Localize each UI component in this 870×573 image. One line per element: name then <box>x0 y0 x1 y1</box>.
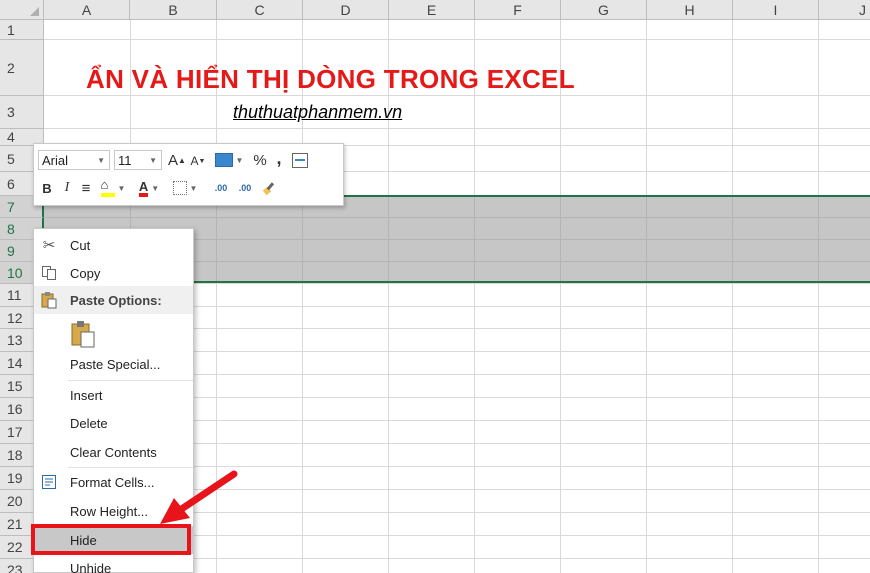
column-header-h[interactable]: H <box>647 0 733 20</box>
grid-line <box>474 20 475 573</box>
menu-item-unhide[interactable]: Unhide <box>34 554 193 573</box>
percent-style-button[interactable]: % <box>250 150 270 170</box>
scissors-icon: ✂ <box>42 237 56 254</box>
menu-item-label: Row Height... <box>70 503 149 519</box>
column-header-c[interactable]: C <box>217 0 303 20</box>
select-all-corner[interactable] <box>0 0 44 20</box>
column-header-a[interactable]: A <box>44 0 130 20</box>
decrease-decimal-button[interactable]: .00 <box>234 178 256 198</box>
bold-button[interactable]: B <box>40 178 54 198</box>
fill-color-icon[interactable]: ⌂ ▼ <box>96 178 130 198</box>
increase-font-size-icon[interactable]: A ▲ <box>168 150 186 170</box>
chevron-down-icon: ▼ <box>149 155 157 165</box>
selection-grid-line <box>646 197 647 281</box>
mini-toolbar: Arial ▼ 11 ▼ A ▲ A ▼ ▼ % , B I ≡ ⌂ ▼ A ▼ ▼ .… <box>33 143 344 206</box>
spreadsheet[interactable]: A B C D E F G H I J 1 2 3 4 5 6 7 8 9 10… <box>0 0 870 573</box>
selection-grid-line <box>388 197 389 281</box>
grid-line <box>646 20 647 573</box>
selection-grid-line <box>560 197 561 281</box>
grid-line <box>818 20 819 573</box>
selection-grid-line <box>302 197 303 281</box>
menu-item-label: Cut <box>70 237 91 253</box>
row-header-2[interactable]: 2 <box>0 40 44 96</box>
decrease-font-size-icon[interactable]: A ▼ <box>190 152 206 170</box>
red-arrow-icon <box>160 470 238 524</box>
column-header-i[interactable]: I <box>733 0 819 20</box>
selection-grid-line <box>474 197 475 281</box>
menu-item-insert[interactable]: Insert <box>34 381 193 409</box>
menu-item-label: Clear Contents <box>70 444 157 460</box>
column-header-g[interactable]: G <box>561 0 647 20</box>
clipboard-icon <box>40 291 58 309</box>
copy-icon <box>40 264 58 282</box>
selection-grid-line <box>216 197 217 281</box>
column-header-b[interactable]: B <box>130 0 217 20</box>
selection-grid-line <box>732 197 733 281</box>
menu-item-clear-contents[interactable]: Clear Contents <box>34 438 193 466</box>
cell-styles-icon[interactable]: ▼ <box>212 150 246 170</box>
font-name-value: Arial <box>42 152 69 168</box>
font-color-icon[interactable]: A ▼ <box>134 178 164 198</box>
column-header-f[interactable]: F <box>475 0 561 20</box>
increase-decimal-button[interactable]: .00 <box>210 178 232 198</box>
grid-line <box>560 20 561 573</box>
website-link-cell[interactable]: thuthuatphanmem.vn <box>233 102 402 123</box>
chevron-down-icon: ▼ <box>97 155 105 165</box>
format-painter-icon[interactable] <box>260 178 280 198</box>
italic-button[interactable]: I <box>60 178 74 198</box>
selection-grid-line <box>44 217 870 218</box>
select-all-triangle-icon <box>30 7 39 16</box>
font-size-value: 11 <box>118 152 132 168</box>
row-header-3[interactable]: 3 <box>0 96 44 129</box>
grid-line <box>44 95 870 96</box>
grid-line <box>44 39 870 40</box>
menu-item-paste-special[interactable]: Paste Special... <box>34 350 193 378</box>
column-header-j[interactable]: J <box>819 0 870 20</box>
font-name-box[interactable]: Arial ▼ <box>38 150 110 170</box>
grid-line <box>732 20 733 573</box>
menu-item-label: Insert <box>70 387 103 403</box>
align-center-icon[interactable]: ≡ <box>78 178 94 198</box>
menu-item-label: Delete <box>70 415 108 431</box>
format-cells-icon <box>40 473 58 491</box>
selection-grid-line <box>818 197 819 281</box>
menu-item-label: Copy <box>70 265 101 281</box>
menu-item-label: Paste Options: <box>70 292 162 308</box>
menu-item-label: Paste Special... <box>70 356 161 372</box>
menu-item-label: Format Cells... <box>70 474 155 490</box>
row-header-1[interactable]: 1 <box>0 20 44 40</box>
sheet-title-cell[interactable]: ẨN VÀ HIỂN THỊ DÒNG TRONG EXCEL <box>86 64 575 95</box>
font-size-box[interactable]: 11 ▼ <box>114 150 162 170</box>
comma-style-button[interactable]: , <box>272 148 286 168</box>
paste-clipboard-icon[interactable] <box>70 319 96 349</box>
menu-item-label: Unhide <box>70 560 112 573</box>
column-header-d[interactable]: D <box>303 0 389 20</box>
merge-center-icon[interactable] <box>290 150 310 170</box>
paste-options-header: Paste Options: <box>34 286 193 314</box>
menu-item-delete[interactable]: Delete <box>34 409 193 437</box>
menu-item-copy[interactable]: Copy <box>34 259 193 287</box>
column-header-e[interactable]: E <box>389 0 475 20</box>
borders-icon[interactable]: ▼ <box>168 178 202 198</box>
menu-item-cut[interactable]: ✂ Cut <box>34 231 193 259</box>
grid-line <box>44 128 870 129</box>
